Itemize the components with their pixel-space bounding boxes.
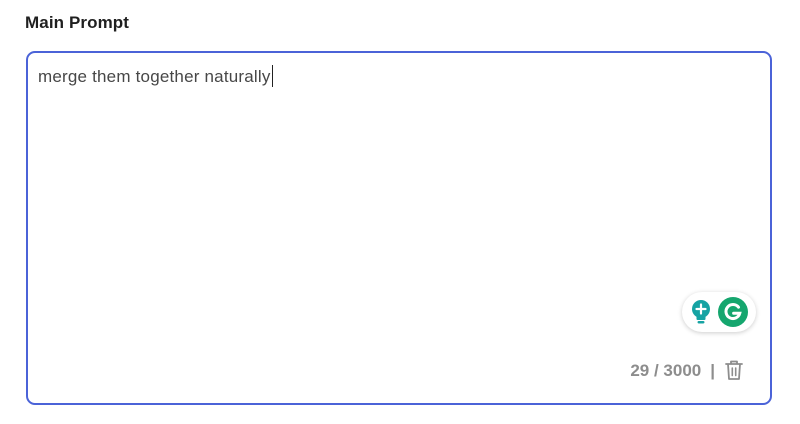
prompt-text: merge them together naturally [38,67,271,86]
text-cursor [271,65,274,87]
character-counter: 29 / 3000 [630,361,702,380]
trash-icon[interactable] [724,359,744,381]
grammarly-icon[interactable] [718,297,748,327]
writing-assistant-widget[interactable] [682,292,756,332]
prompt-footer: 29 / 3000 | [630,359,744,381]
divider: | [710,361,715,380]
main-prompt-textarea[interactable]: merge them together naturally 29 / 3000 … [26,51,772,405]
field-label: Main Prompt [25,13,130,32]
lightbulb-icon[interactable] [690,299,712,325]
